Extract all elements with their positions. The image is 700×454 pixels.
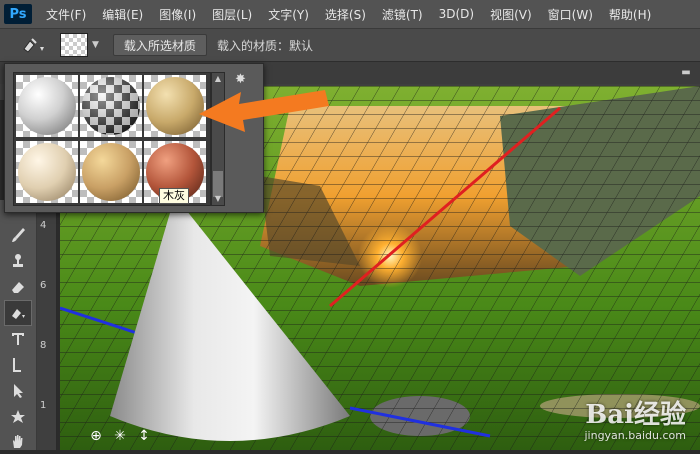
ruler-tick: 1 — [40, 400, 47, 411]
menu-help[interactable]: 帮助(H) — [601, 6, 659, 23]
ruler-tick: 6 — [40, 280, 47, 291]
ruler-tick: 4 — [40, 220, 47, 231]
chevron-down-icon[interactable]: ▼ — [92, 40, 99, 50]
load-selected-material-button[interactable]: 载入所选材质 — [112, 34, 207, 56]
material-thumb[interactable] — [80, 141, 142, 203]
material-tooltip: 木灰 — [159, 188, 189, 204]
menu-type[interactable]: 文字(Y) — [260, 6, 317, 23]
type-tool-icon[interactable] — [4, 326, 32, 352]
options-bar: ▼ 载入所选材质 载入的材质：默认 — [0, 29, 700, 62]
custom-shape-tool-icon[interactable] — [4, 404, 32, 430]
material-thumb[interactable] — [16, 141, 78, 203]
material-thumb[interactable] — [80, 75, 142, 137]
roll-3d-icon[interactable]: ✳ — [112, 428, 128, 444]
path-selection-tool-icon[interactable] — [4, 352, 32, 378]
material-drop-tool-icon[interactable] — [14, 33, 54, 57]
menu-select[interactable]: 选择(S) — [317, 6, 374, 23]
tools-panel — [0, 200, 37, 450]
scroll-down-icon[interactable]: ▼ — [212, 193, 224, 205]
pan-3d-icon[interactable]: ↕ — [136, 428, 152, 444]
brush-tool-icon[interactable] — [4, 222, 32, 248]
watermark-main: Bai经验 — [585, 400, 686, 430]
menu-view[interactable]: 视图(V) — [482, 6, 540, 23]
menu-window[interactable]: 窗口(W) — [540, 6, 601, 23]
orange-arrow-annotation — [199, 90, 329, 132]
ruler-tick: 8 — [40, 340, 47, 351]
menu-image[interactable]: 图像(I) — [151, 6, 204, 23]
direct-selection-tool-icon[interactable] — [4, 378, 32, 404]
3d-camera-widgets: ⊕ ✳ ↕ — [88, 428, 152, 444]
photoshop-logo: Ps — [4, 4, 32, 24]
menu-file[interactable]: 文件(F) — [38, 6, 94, 23]
material-swatch[interactable] — [60, 33, 88, 57]
menu-bar: Ps 文件(F) 编辑(E) 图像(I) 图层(L) 文字(Y) 选择(S) 滤… — [0, 0, 700, 29]
material-drop-tool-icon[interactable] — [4, 300, 32, 326]
menu-filter[interactable]: 滤镜(T) — [374, 6, 431, 23]
watermark-sub: jingyan.baidu.com — [584, 429, 686, 442]
material-thumb[interactable] — [16, 75, 78, 137]
menu-layer[interactable]: 图层(L) — [204, 6, 260, 23]
material-grid — [13, 72, 211, 206]
watermark: Bai经验 jingyan.baidu.com — [584, 394, 686, 442]
hand-tool-icon[interactable] — [4, 428, 32, 454]
eraser-tool-icon[interactable] — [4, 274, 32, 300]
menu-edit[interactable]: 编辑(E) — [94, 6, 151, 23]
stamp-tool-icon[interactable] — [4, 248, 32, 274]
collapse-icon[interactable]: ▬ — [680, 68, 692, 78]
menu-3d[interactable]: 3D(D) — [431, 7, 482, 21]
loaded-material-label: 载入的材质：默认 — [216, 38, 313, 53]
orbit-3d-icon[interactable]: ⊕ — [88, 428, 104, 444]
